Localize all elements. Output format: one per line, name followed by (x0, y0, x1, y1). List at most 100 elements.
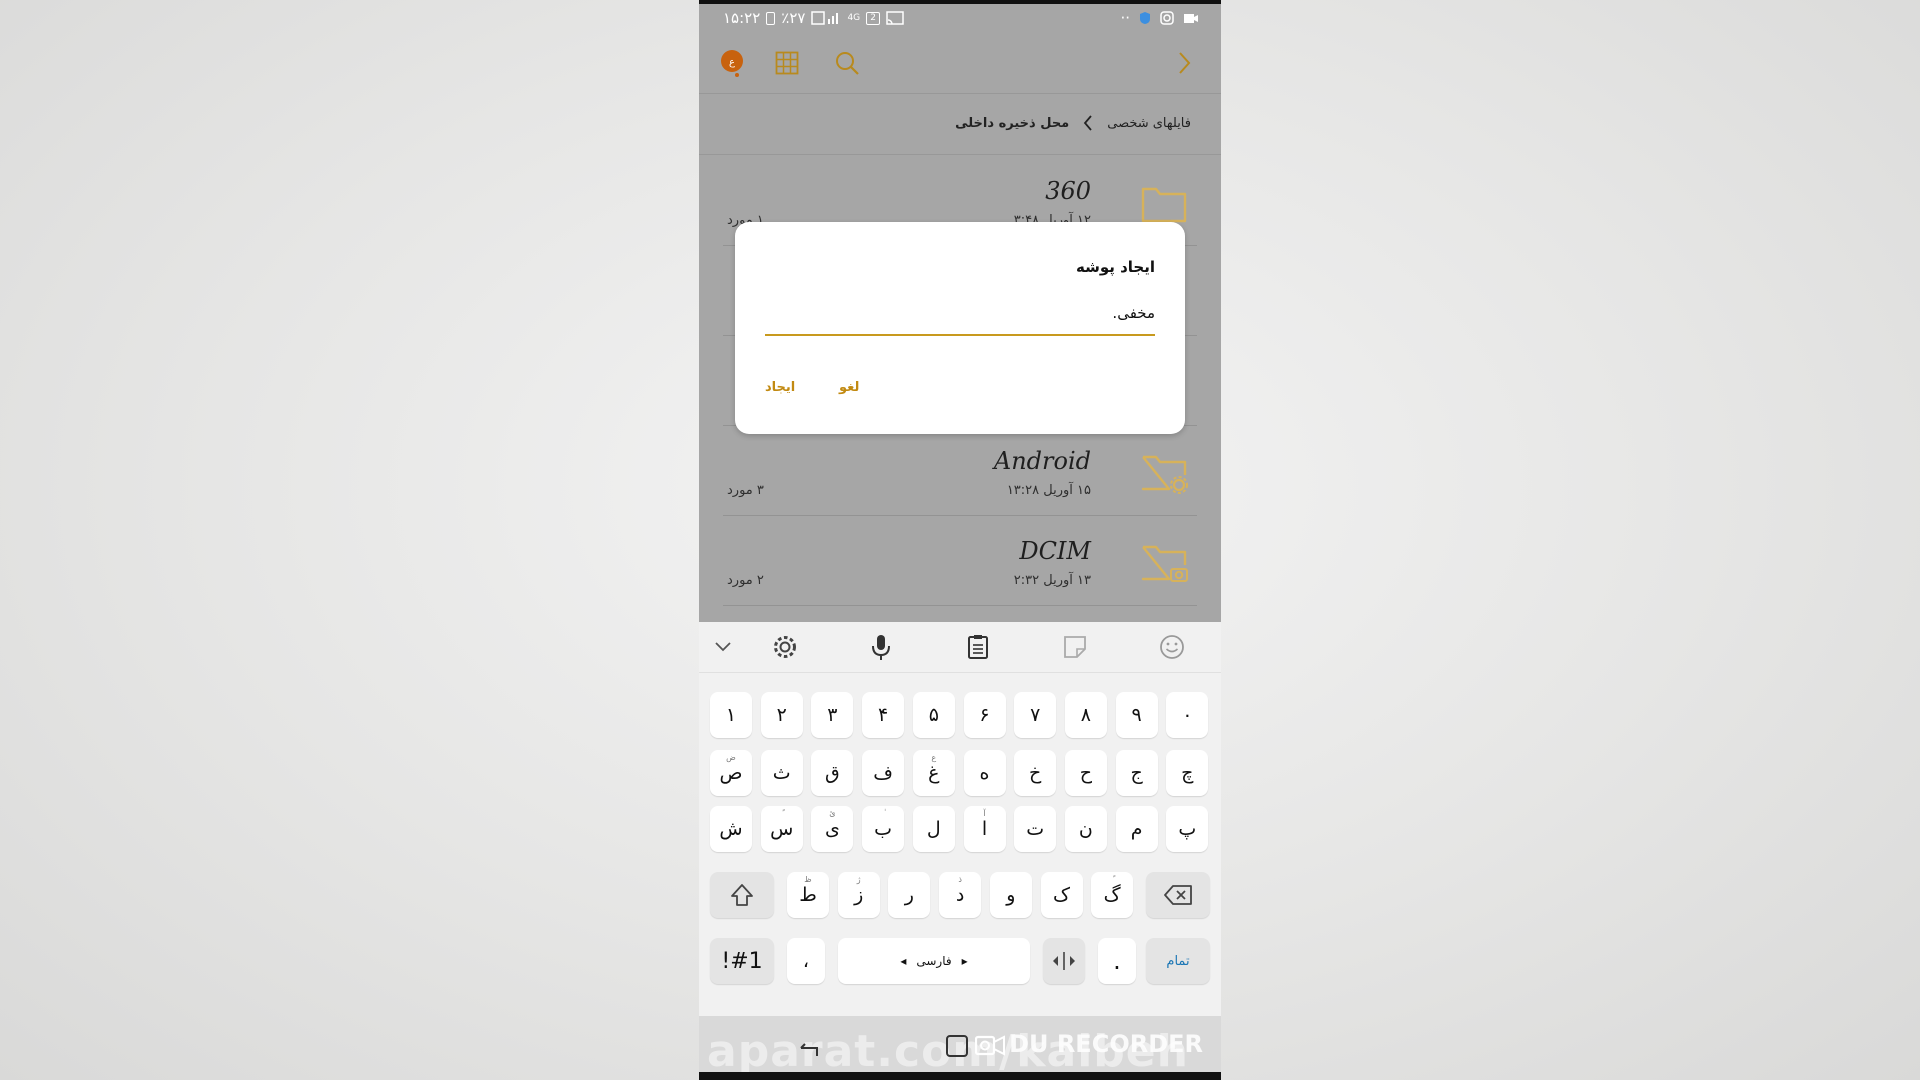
microphone-icon[interactable] (861, 630, 901, 664)
caret-right-icon: ▸ (961, 954, 968, 968)
key-hint: ژ (856, 875, 861, 884)
key-label: د (955, 884, 965, 906)
letter-key[interactable]: ث (760, 750, 803, 796)
number-key[interactable]: ۳ (811, 692, 854, 738)
letter-key[interactable]: پ (1166, 806, 1209, 852)
file-count: ۳ مورد (727, 483, 764, 498)
key-label: ش (719, 818, 743, 840)
letter-key[interactable]: چ (1166, 750, 1209, 796)
letter-key[interactable]: ش (710, 806, 752, 852)
letter-key[interactable]: ًس (760, 806, 803, 852)
letter-key[interactable]: و (989, 872, 1032, 918)
key-hint: ٰ (862, 809, 904, 818)
key-label: ۹ (1131, 704, 1142, 726)
cast-icon (886, 11, 904, 25)
sim-icon: 2 (866, 11, 881, 25)
number-key[interactable]: ۸ (1064, 692, 1107, 738)
letter-key[interactable]: ف (862, 750, 905, 796)
status-bar: ۱۵:۲۲ ٪۲۷ 4G 2 ·· (699, 4, 1221, 34)
file-date: ۱۳ آوریل ۲:۳۲ (1013, 573, 1091, 588)
key-hint: ض (726, 753, 736, 762)
key-label: ن (1078, 818, 1093, 840)
comma-key[interactable]: ، (787, 938, 825, 984)
letter-key[interactable]: ئی (811, 806, 854, 852)
letter-key[interactable]: م (1115, 806, 1158, 852)
sticker-icon[interactable] (1055, 630, 1095, 664)
breadcrumb: فایلهای شخصی محل ذخیره داخلی (699, 93, 1221, 155)
create-button[interactable]: ایجاد (765, 380, 795, 395)
create-folder-dialog: ایجاد پوشه .مخفی ایجاد لغو (735, 222, 1185, 434)
space-key[interactable]: ◂ فارسی ▸ (838, 938, 1030, 984)
key-label: ۰ (1182, 704, 1193, 726)
breadcrumb-current: محل ذخیره داخلی (955, 115, 1070, 131)
key-label: ۴ (877, 704, 889, 726)
folder-name-input[interactable]: .مخفی (765, 304, 1155, 336)
letter-key[interactable]: ل (912, 806, 955, 852)
gear-icon[interactable] (765, 630, 805, 664)
key-label: ج (1130, 762, 1143, 784)
period-key[interactable]: . (1098, 938, 1136, 984)
emoji-icon[interactable] (1152, 630, 1192, 664)
letter-key[interactable]: ق (811, 750, 854, 796)
letter-key[interactable]: ک (1040, 872, 1083, 918)
letter-key[interactable]: ضص (710, 750, 752, 796)
letter-key[interactable]: ًگ (1091, 872, 1134, 918)
key-label: خ (1029, 762, 1042, 784)
number-key[interactable]: ۹ (1115, 692, 1158, 738)
clipboard-icon[interactable] (958, 630, 998, 664)
letter-key[interactable]: ظط (787, 872, 829, 918)
bottom-edge (699, 1072, 1221, 1080)
letter-key[interactable]: خ (1014, 750, 1057, 796)
key-label: گ (1103, 884, 1121, 906)
key-label: م (1130, 818, 1143, 840)
key-label: ۳ (827, 704, 838, 726)
letter-key[interactable]: ت (1014, 806, 1057, 852)
letter-key[interactable]: ح (1064, 750, 1107, 796)
letter-key[interactable]: ژز (837, 872, 880, 918)
symbols-key[interactable]: !#1 (710, 938, 774, 984)
letter-key[interactable]: ه (963, 750, 1006, 796)
letter-key[interactable]: عغ (912, 750, 955, 796)
letter-key[interactable]: ر (888, 872, 931, 918)
done-key[interactable]: تمام (1146, 938, 1210, 984)
number-key[interactable]: ۶ (963, 692, 1006, 738)
shift-key[interactable] (710, 872, 774, 918)
key-label: ز (854, 884, 864, 906)
avatar[interactable]: ع (713, 44, 751, 82)
cancel-button[interactable]: لغو (839, 380, 859, 395)
letter-key[interactable]: ٰب (862, 806, 905, 852)
key-label: ا (981, 818, 988, 840)
number-key[interactable]: ۵ (912, 692, 955, 738)
chevron-right-icon[interactable] (1165, 44, 1203, 82)
number-key[interactable]: ۱ (710, 692, 752, 738)
key-hint: ظ (804, 875, 812, 884)
key-label: پ (1178, 818, 1197, 840)
letter-key[interactable]: ج (1115, 750, 1158, 796)
breadcrumb-root[interactable]: فایلهای شخصی (1107, 116, 1191, 131)
status-network: 4G (847, 13, 861, 23)
key-label: ط (799, 884, 817, 906)
home-nav-icon[interactable] (945, 1034, 969, 1058)
signal-icon (811, 11, 839, 25)
chevron-down-icon[interactable] (703, 630, 743, 664)
number-key[interactable]: ۰ (1166, 692, 1209, 738)
letter-key[interactable]: آا (963, 806, 1006, 852)
number-key[interactable]: ۲ (760, 692, 803, 738)
letter-key[interactable]: ذد (939, 872, 982, 918)
number-key[interactable]: ۷ (1014, 692, 1057, 738)
file-row-dcim[interactable]: DCIM ۱۳ آوریل ۲:۳۲ ۲ مورد (723, 515, 1197, 606)
file-row-android[interactable]: Android ۱۵ آوریل ۱۳:۲۸ ۳ مورد (723, 425, 1197, 516)
caret-left-icon: ◂ (900, 954, 907, 968)
grid-view-icon[interactable] (768, 44, 806, 82)
back-nav-icon[interactable] (799, 1036, 825, 1058)
search-icon[interactable] (828, 44, 866, 82)
number-key[interactable]: ۴ (862, 692, 905, 738)
cursor-move-key[interactable] (1043, 938, 1085, 984)
key-label: ۶ (979, 704, 990, 726)
key-label: ه (979, 762, 990, 784)
letter-key[interactable]: ن (1064, 806, 1107, 852)
backspace-key[interactable] (1146, 872, 1210, 918)
status-battery: ٪۲۷ (781, 9, 806, 27)
key-hint: ً (761, 809, 803, 818)
file-count: ۲ مورد (727, 573, 764, 588)
